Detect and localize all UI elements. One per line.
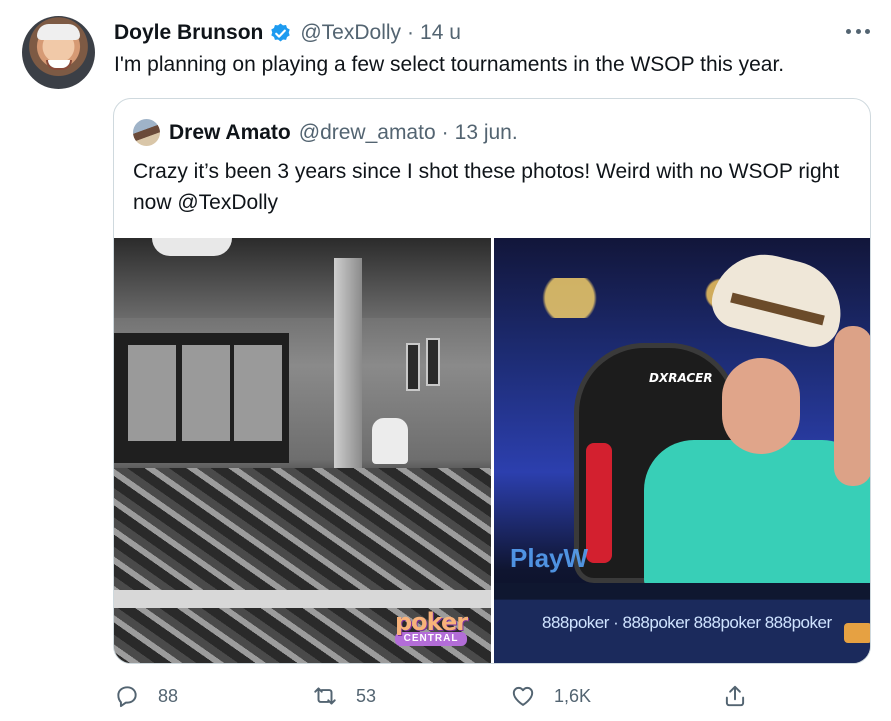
more-dot [865,28,870,34]
share-icon [725,685,745,707]
author-avatar[interactable] [22,16,95,89]
quoted-text: Crazy it’s been 3 years since I shot the… [133,160,840,214]
carpet-band [114,590,491,608]
avatar-smile [46,60,72,70]
more-dot [846,28,851,34]
chandelier [152,238,232,256]
quoted-timestamp[interactable]: 13 jun. [455,121,518,145]
tweet-timestamp[interactable]: 14 u [420,21,461,45]
quoted-author-handle[interactable]: @drew_amato [299,121,436,145]
reply-count: 88 [158,685,179,706]
photo-player[interactable]: DXRACER PlayW 888poker · 888poker 888pok… [494,238,870,663]
action-bar: 88 53 1,6K [114,681,754,711]
header-separator: · [407,21,415,44]
more-icon[interactable] [843,20,873,42]
poker-chips [844,623,870,643]
quoted-header: Drew Amato @drew_amato · 13 jun. [169,120,518,146]
player-head [722,358,800,454]
retweet-count: 53 [356,685,377,706]
verified-icon [271,22,291,41]
like-count: 1,6K [554,685,592,706]
share-button[interactable] [722,681,748,711]
seated-person [372,418,408,464]
poker-central-logo: poker CENTRAL [395,608,468,646]
player-arm [834,326,870,486]
chair-brand: DXRACER [649,371,713,385]
logo-central-text: CENTRAL [395,632,468,646]
avatar-hair [37,24,80,40]
wall-frame [406,343,420,391]
cowboy-hat [706,243,852,353]
door-panel [234,345,282,441]
wall-frame [426,338,440,386]
like-icon [512,686,534,706]
chair-accent [586,443,612,563]
quoted-author-name[interactable]: Drew Amato [169,121,291,145]
door-panel [128,345,176,441]
retweet-icon [314,687,336,705]
quoted-tweet[interactable]: Drew Amato @drew_amato · 13 jun. Crazy i… [113,98,871,664]
photo-hallway[interactable]: poker CENTRAL [114,238,491,663]
quoted-header-separator: · [441,121,449,144]
more-dot [855,28,861,34]
tweet[interactable]: Doyle Brunson @TexDolly · 14 u I'm plann… [0,0,891,721]
author-name[interactable]: Doyle Brunson [114,21,263,45]
retweet-button[interactable]: 53 [312,681,376,711]
like-button[interactable]: 1,6K [510,681,591,711]
media-grid: poker CENTRAL DXRACER PlayW 888poker · 8… [114,238,870,663]
hall-pillar [334,258,362,478]
reply-icon [117,686,137,708]
quoted-author-avatar[interactable] [133,119,160,146]
rail-sponsor-text: 888poker · 888poker 888poker 888poker [542,613,832,632]
banner-text: PlayW [510,543,589,573]
tweet-text: I'm planning on playing a few select tou… [114,53,785,76]
tweet-header: Doyle Brunson @TexDolly · 14 u [114,19,461,47]
door-panel [182,345,230,441]
hall-doors [114,333,289,463]
reply-button[interactable]: 88 [114,681,178,711]
author-handle[interactable]: @TexDolly [300,21,401,45]
